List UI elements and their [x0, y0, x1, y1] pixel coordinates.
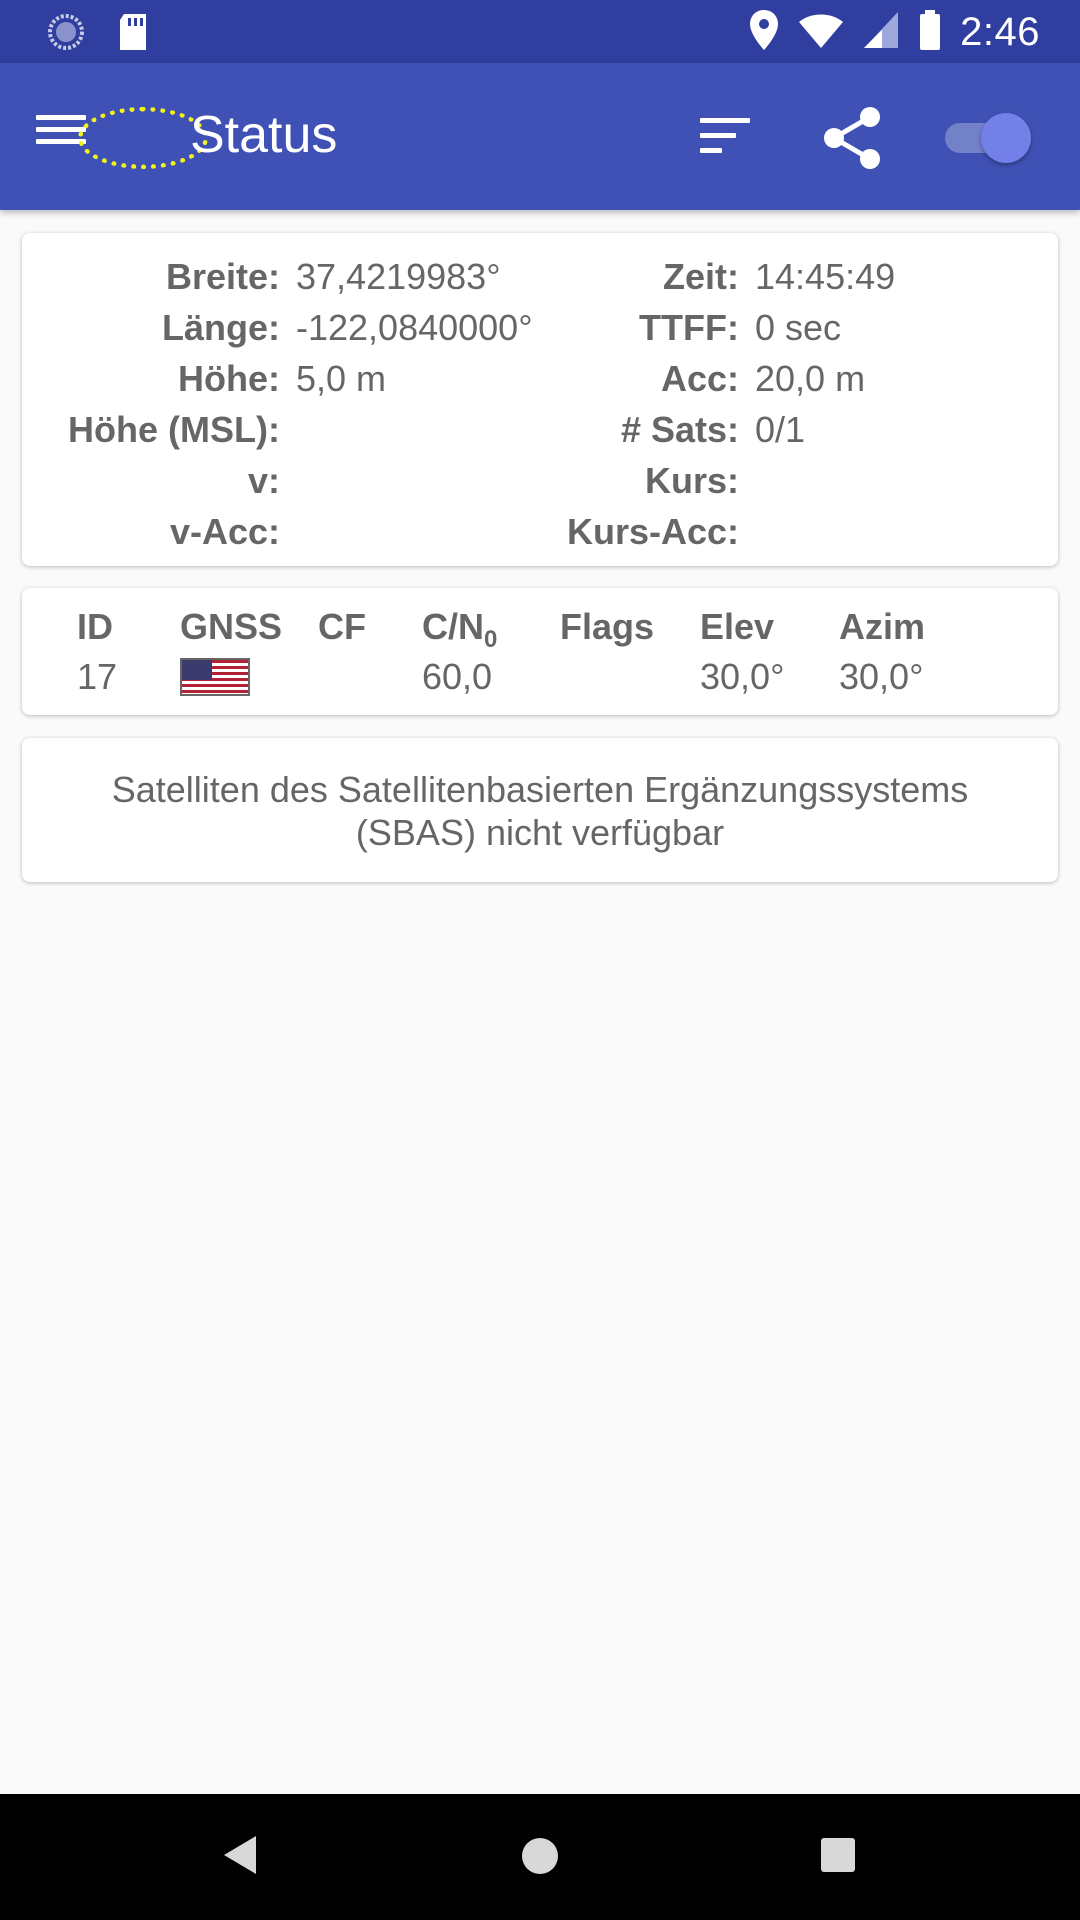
col-header-id: ID: [77, 606, 113, 647]
page-title: Status: [190, 106, 338, 164]
wifi-icon: [798, 10, 844, 55]
battery-icon: [918, 9, 942, 56]
sat-elev: 30,0°: [700, 656, 785, 697]
navigation-bar: [0, 1794, 1080, 1920]
col-header-cn0: C/N0: [422, 606, 497, 654]
sort-icon[interactable]: [700, 118, 752, 158]
col-header-azim: Azim: [839, 606, 926, 647]
app-bar: Status: [0, 63, 1080, 210]
longitude-value: -122,0840000°: [296, 307, 533, 348]
sync-icon: [46, 12, 86, 57]
sat-azim: 30,0°: [839, 656, 924, 697]
sat-id: 17: [77, 656, 118, 697]
speed-label: v:: [247, 460, 280, 501]
status-bar: 2:46: [0, 0, 1080, 63]
sbas-message: Satelliten des Satellitenbasierten Ergän…: [111, 769, 969, 853]
longitude-label: Länge:: [161, 307, 280, 348]
sbas-card: Satelliten des Satellitenbasierten Ergän…: [22, 738, 1058, 882]
latitude-value: 37,4219983°: [296, 256, 501, 297]
signal-icon: [862, 10, 900, 55]
col-header-cf: CF: [318, 606, 366, 647]
clock: 2:46: [960, 10, 1040, 54]
gps-toggle-switch[interactable]: [945, 113, 1033, 163]
sats-value: 0/1: [755, 409, 806, 450]
col-header-gnss: GNSS: [180, 606, 283, 647]
speed-accuracy-label: v-Acc:: [169, 511, 280, 552]
highlight-marker: [78, 107, 208, 169]
time-value: 14:45:49: [755, 256, 896, 297]
time-label: Zeit:: [663, 256, 739, 297]
sd-card-icon: [116, 12, 150, 57]
ttff-value: 0 sec: [755, 307, 842, 348]
bearing-accuracy-label: Kurs-Acc:: [566, 511, 739, 552]
altitude-msl-label: Höhe (MSL):: [68, 409, 280, 450]
col-header-flags: Flags: [560, 606, 655, 647]
col-header-cn0-main: C/N: [422, 606, 484, 647]
satellite-table-card: ID GNSS CF C/N0 Flags Elev Azim 17 60,0 …: [22, 588, 1058, 715]
sat-cn0: 60,0: [422, 656, 493, 697]
altitude-label: Höhe:: [178, 358, 280, 399]
back-icon[interactable]: [222, 1834, 258, 1881]
col-header-elev: Elev: [700, 606, 775, 647]
home-icon[interactable]: [522, 1838, 558, 1874]
col-header-cn0-sub: 0: [484, 626, 498, 654]
accuracy-label: Acc:: [660, 358, 739, 399]
accuracy-value: 20,0 m: [755, 358, 866, 399]
share-icon[interactable]: [820, 105, 884, 176]
recents-icon[interactable]: [821, 1838, 855, 1872]
sats-label: # Sats:: [620, 409, 739, 450]
location-icon: [748, 8, 780, 57]
toggle-thumb: [981, 113, 1031, 163]
ttff-label: TTFF:: [639, 307, 739, 348]
altitude-value: 5,0 m: [296, 358, 387, 399]
latitude-label: Breite:: [165, 256, 280, 297]
location-card: Breite: 37,4219983° Länge: -122,0840000°…: [22, 233, 1058, 566]
us-flag-icon: [180, 658, 250, 696]
bearing-label: Kurs:: [644, 460, 739, 501]
